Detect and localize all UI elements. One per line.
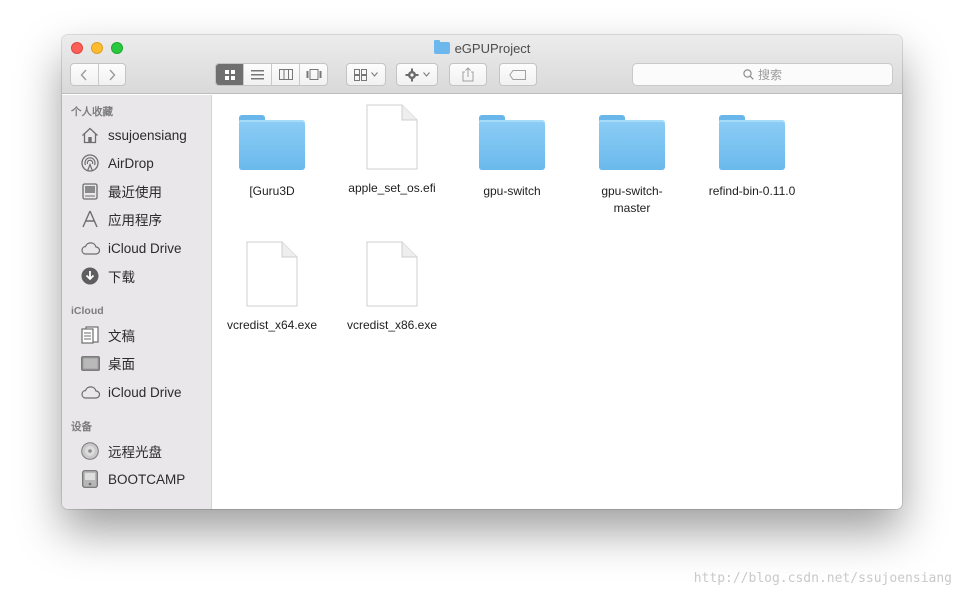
documents-icon (80, 325, 100, 345)
sidebar-item-recents[interactable]: 最近使用 (80, 181, 162, 201)
sidebar-item-bootcamp[interactable]: BOOTCAMP (80, 469, 185, 489)
file-item-folder[interactable]: [Guru3D (217, 107, 327, 200)
file-item-folder[interactable]: gpu-switch (457, 107, 567, 200)
sidebar-item-label: 远程光盘 (108, 445, 162, 460)
file-item-folder[interactable]: refind-bin-0.11.0 (697, 107, 807, 200)
sidebar-item-icloud-drive-2[interactable]: iCloud Drive (80, 382, 182, 402)
back-button[interactable] (71, 64, 99, 85)
sidebar-item-label: BOOTCAMP (108, 471, 186, 487)
cloud-icon (80, 382, 100, 402)
recents-icon (80, 181, 100, 201)
forward-button[interactable] (99, 64, 126, 85)
gear-icon (405, 68, 418, 81)
desktop-icon (80, 353, 100, 373)
search-placeholder: 搜索 (757, 68, 782, 82)
airdrop-icon (80, 153, 100, 173)
list-icon (251, 70, 264, 80)
sidebar-section-devices: 设备 (71, 421, 92, 433)
arrange-icon (354, 68, 367, 81)
folder-icon (719, 115, 785, 173)
tags-button[interactable] (499, 63, 537, 86)
chevron-down-icon (422, 72, 430, 77)
file-item-document[interactable]: vcredist_x86.exe (337, 241, 447, 334)
columns-icon (278, 69, 293, 80)
sidebar-item-label: iCloud Drive (108, 384, 182, 400)
folder-icon (479, 115, 545, 173)
grid-icon (224, 69, 235, 80)
sidebar-item-label: AirDrop (108, 155, 154, 171)
list-view-button[interactable] (244, 64, 272, 85)
sidebar-item-label: 桌面 (108, 357, 135, 372)
cloud-icon (80, 238, 100, 258)
file-browser: [Guru3D apple_set_os.efi gpu-switch gpu-… (213, 95, 902, 509)
file-name: gpu-switch-master (601, 184, 663, 215)
file-name: [Guru3D (249, 184, 295, 198)
view-mode-group (215, 63, 328, 86)
document-icon (366, 104, 418, 170)
gallery-icon (306, 69, 321, 80)
window-title-area: eGPUProject (62, 40, 902, 56)
column-view-button[interactable] (272, 64, 300, 85)
sidebar-item-home[interactable]: ssujoensiang (80, 125, 187, 145)
sidebar: 个人收藏 ssujoensiang AirDrop 最近使用 应用程序 iClo… (62, 95, 212, 509)
folder-icon (239, 115, 305, 173)
search-icon (743, 69, 754, 80)
finder-window: eGPUProject 搜索 个人收藏 ssujoensiang AirDrop… (62, 35, 902, 509)
sidebar-item-label: 应用程序 (108, 213, 162, 228)
watermark: http://blog.csdn.net/ssujoensiang (693, 571, 952, 586)
navigation-group (70, 63, 126, 86)
sidebar-item-icloud-drive[interactable]: iCloud Drive (80, 238, 182, 258)
document-icon (366, 241, 418, 307)
group-by-button[interactable] (346, 63, 386, 86)
sidebar-item-applications[interactable]: 应用程序 (80, 209, 162, 229)
file-item-document[interactable]: vcredist_x64.exe (217, 241, 327, 334)
sidebar-item-label: iCloud Drive (108, 240, 182, 256)
sidebar-item-desktop[interactable]: 桌面 (80, 353, 135, 373)
sidebar-item-downloads[interactable]: 下载 (80, 266, 135, 286)
icon-view-button[interactable] (216, 64, 244, 85)
action-button[interactable] (396, 63, 438, 86)
home-icon (80, 125, 100, 145)
share-icon (462, 67, 474, 82)
folder-icon (433, 40, 450, 54)
sidebar-item-label: 最近使用 (108, 185, 162, 200)
chevron-down-icon (371, 72, 378, 77)
chevron-right-icon (109, 69, 116, 80)
remote-disc-icon (80, 441, 100, 461)
file-name: refind-bin-0.11.0 (708, 184, 796, 198)
folder-icon (599, 115, 665, 173)
file-item-folder[interactable]: gpu-switch-master (577, 107, 687, 217)
window-title: eGPUProject (454, 40, 531, 56)
sidebar-item-label: 下载 (108, 270, 135, 285)
file-name: gpu-switch (483, 184, 541, 198)
title-bar: eGPUProject 搜索 (62, 35, 902, 94)
file-name: apple_set_os.efi (348, 181, 436, 195)
document-icon (246, 241, 298, 307)
sidebar-item-remote-disc[interactable]: 远程光盘 (80, 441, 162, 461)
chevron-left-icon (80, 69, 87, 80)
sidebar-item-label: ssujoensiang (108, 127, 187, 143)
sidebar-item-label: 文稿 (108, 329, 135, 344)
sidebar-section-favorites: 个人收藏 (71, 106, 113, 118)
sidebar-section-icloud: iCloud (71, 305, 104, 317)
tag-icon (509, 69, 526, 80)
share-button[interactable] (449, 63, 487, 86)
file-name: vcredist_x64.exe (226, 318, 318, 332)
sidebar-item-documents[interactable]: 文稿 (80, 325, 135, 345)
file-item-document[interactable]: apple_set_os.efi (337, 104, 447, 197)
disk-icon (80, 469, 100, 489)
file-name: vcredist_x86.exe (346, 318, 438, 332)
applications-icon (80, 209, 100, 229)
download-icon (80, 266, 100, 286)
search-field[interactable]: 搜索 (632, 63, 893, 86)
gallery-view-button[interactable] (300, 64, 327, 85)
sidebar-item-airdrop[interactable]: AirDrop (80, 153, 154, 173)
